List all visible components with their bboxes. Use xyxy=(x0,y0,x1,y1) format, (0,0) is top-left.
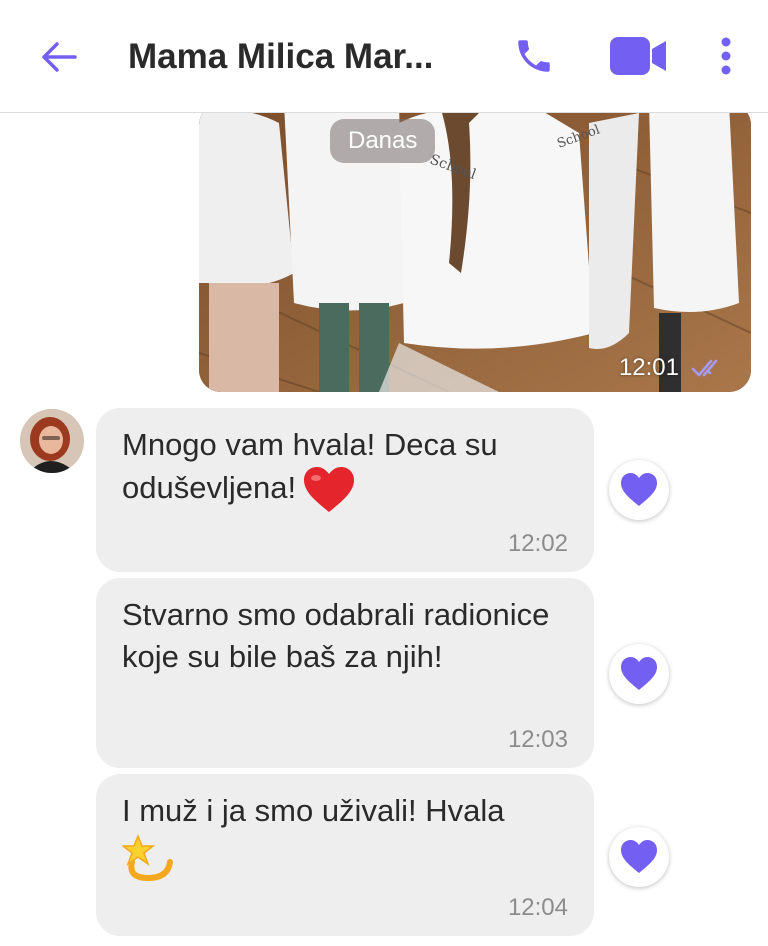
like-button[interactable] xyxy=(609,644,669,704)
message-list[interactable]: School School 12:01 Danas Mnogo vam hval… xyxy=(0,113,768,946)
avatar-image xyxy=(20,409,84,473)
more-vertical-icon xyxy=(721,37,731,75)
photo-message[interactable]: School School 12:01 xyxy=(199,113,751,392)
message-text: Mnogo vam hvala! Deca su oduševljena! xyxy=(122,424,568,514)
chat-header: Mama Milica Mar... xyxy=(0,0,768,113)
photo-meta: 12:01 xyxy=(619,354,725,382)
message-bubble[interactable]: Mnogo vam hvala! Deca su oduševljena! 12… xyxy=(96,408,594,572)
message-text: Stvarno smo odabrali radionice koje su b… xyxy=(122,597,550,674)
message-text: I muž i ja smo uživali! Hvala xyxy=(122,790,568,882)
heart-icon xyxy=(621,657,657,690)
heart-icon xyxy=(621,473,657,506)
dizzy-star-emoji xyxy=(122,833,173,882)
contact-avatar[interactable] xyxy=(20,409,84,473)
photo-image: School School xyxy=(199,113,751,392)
video-camera-icon xyxy=(610,37,666,75)
message-text-content: I muž i ja smo uživali! Hvala xyxy=(122,793,505,828)
message-time: 12:04 xyxy=(507,894,568,921)
red-heart-emoji xyxy=(304,467,355,512)
message-bubble[interactable]: Stvarno smo odabrali radionice koje su b… xyxy=(96,578,594,768)
contact-name[interactable]: Mama Milica Mar... xyxy=(128,34,468,80)
phone-icon xyxy=(518,40,550,72)
double-check-icon xyxy=(691,359,718,377)
message-bubble[interactable]: I muž i ja smo uživali! Hvala 12:04 xyxy=(96,774,594,936)
more-options-button[interactable] xyxy=(706,30,746,82)
message-time: 12:02 xyxy=(507,530,568,557)
video-call-button[interactable] xyxy=(605,30,671,82)
photo-time: 12:01 xyxy=(618,354,679,381)
date-separator: Danas xyxy=(330,119,436,163)
like-button[interactable] xyxy=(609,827,669,887)
back-button[interactable] xyxy=(36,34,82,80)
heart-icon xyxy=(621,840,657,873)
message-time: 12:03 xyxy=(507,726,568,753)
like-button[interactable] xyxy=(609,460,669,520)
voice-call-button[interactable] xyxy=(508,30,560,82)
arrow-left-icon xyxy=(42,42,77,72)
